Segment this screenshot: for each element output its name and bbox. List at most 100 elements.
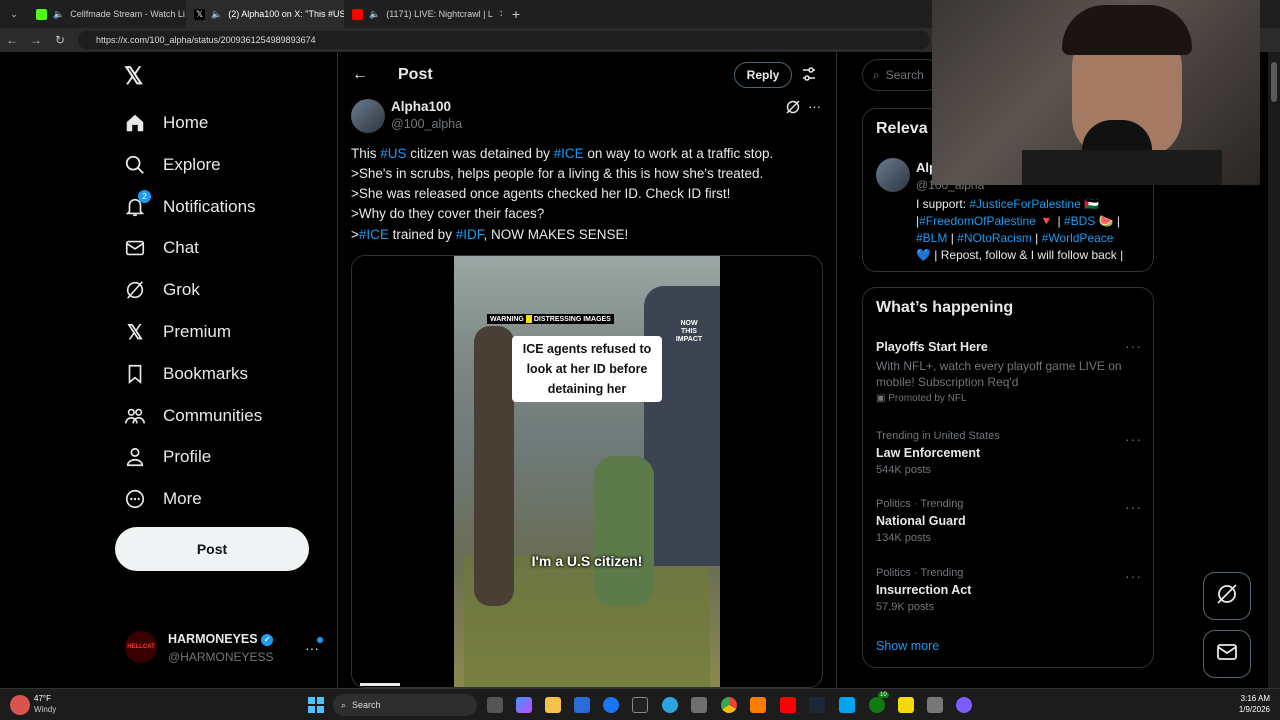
hashtag-link[interactable]: #WorldPeace — [1042, 231, 1114, 245]
youtube-icon[interactable] — [780, 697, 796, 713]
tab-list-button[interactable]: ⌄ — [0, 0, 28, 28]
author-avatar[interactable] — [351, 99, 385, 133]
trend-item[interactable]: Trending in United States Law Enforcemen… — [876, 430, 1000, 476]
video-player[interactable]: WARNING DISTRESSING IMAGES ICE agents ref… — [351, 255, 823, 688]
trend-item[interactable]: Politics · Trending National Guard 134K … — [876, 498, 966, 544]
chrome-icon[interactable] — [721, 697, 737, 713]
promoted-icon: ▣ — [876, 393, 889, 404]
edge-icon[interactable] — [662, 697, 678, 713]
x-logo-icon[interactable]: 𝕏 — [124, 62, 148, 90]
webcam-overlay — [932, 0, 1260, 185]
notification-badge: 2 — [138, 190, 151, 203]
hashtag-link[interactable]: #ICE — [359, 227, 389, 242]
hashtag-link[interactable]: #ICE — [554, 146, 584, 161]
tab-title: (1171) LIVE: Nightcrawl | L — [386, 9, 493, 19]
relevant-user-avatar[interactable] — [876, 158, 910, 192]
post-button[interactable]: Post — [115, 527, 309, 571]
text: citizen was detained by — [406, 146, 554, 161]
back-arrow-icon[interactable]: ← — [352, 66, 368, 84]
text: trained by — [388, 227, 456, 242]
nav-item-profile[interactable]: Profile — [124, 439, 211, 475]
browser-tab-youtube[interactable]: 🔈 (1171) LIVE: Nightcrawl | L ✕ — [344, 0, 502, 28]
new-tab-button[interactable]: + — [502, 0, 530, 28]
more-icon[interactable]: ··· — [1125, 338, 1142, 354]
scrollbar-thumb[interactable] — [1271, 62, 1277, 102]
sticky-notes-icon[interactable] — [898, 697, 914, 713]
facebook-icon[interactable] — [603, 697, 619, 713]
browser-tab-x[interactable]: 𝕏 🔈 (2) Alpha100 on X: "This #US ✕ — [186, 0, 344, 28]
video-progress[interactable] — [360, 683, 400, 686]
file-explorer-icon[interactable] — [545, 697, 561, 713]
calculator-icon[interactable] — [691, 697, 707, 713]
more-icon[interactable]: ··· — [1125, 568, 1142, 584]
amazon-icon[interactable] — [632, 697, 648, 713]
more-icon[interactable]: ··· — [1125, 431, 1142, 447]
trend-item-promoted[interactable]: Playoffs Start Here With NFL+, watch eve… — [876, 340, 1146, 404]
verified-badge-icon: ✓ — [261, 633, 274, 646]
browser-tab-kick[interactable]: 🔈 Cellfmade Stream - Watch Li ✕ — [28, 0, 186, 28]
nav-item-explore[interactable]: Explore — [124, 147, 221, 183]
account-menu-icon[interactable]: ··· — [305, 640, 319, 656]
trend-meta: Trending in United States — [876, 430, 1000, 442]
account-avatar: HELLCAT — [125, 631, 157, 663]
obs-icon[interactable] — [956, 697, 972, 713]
trend-count: 57.9K posts — [876, 601, 935, 613]
show-more-link[interactable]: Show more — [876, 639, 939, 653]
clock-date[interactable]: 1/9/2026 — [1226, 705, 1270, 714]
nav-item-bookmarks[interactable]: Bookmarks — [124, 356, 248, 392]
windows-start-icon[interactable] — [308, 697, 324, 713]
app-icon[interactable] — [839, 697, 855, 713]
settings-icon[interactable] — [927, 697, 943, 713]
taskbar-search[interactable]: ⌕ Search — [333, 694, 477, 716]
steam-icon[interactable] — [809, 697, 825, 713]
hashtag-link[interactable]: #US — [380, 146, 406, 161]
windows-taskbar: 47°F Windy ⌕ Search 10 3:16 AM 1/9/2026 — [0, 688, 1280, 720]
trend-item[interactable]: Politics · Trending Insurrection Act 57.… — [876, 567, 971, 613]
back-arrow-icon[interactable]: ← — [0, 33, 24, 47]
grok-icon[interactable] — [785, 99, 801, 115]
vlc-icon[interactable] — [750, 697, 766, 713]
task-view-icon[interactable] — [487, 697, 503, 713]
author-name[interactable]: Alpha100 — [391, 99, 451, 114]
reload-icon[interactable]: ↻ — [48, 33, 72, 47]
messages-float-button[interactable] — [1203, 630, 1251, 678]
more-icon[interactable]: ··· — [808, 99, 821, 114]
more-icon[interactable]: ··· — [1125, 499, 1142, 515]
nav-label: Bookmarks — [163, 364, 249, 383]
url-field[interactable]: https://x.com/100_alpha/status/200936125… — [78, 31, 930, 49]
weather-icon[interactable] — [10, 695, 30, 715]
tweet-text-line: >She was released once agents checked he… — [351, 186, 731, 201]
nav-item-grok[interactable]: Grok — [124, 272, 200, 308]
hashtag-link[interactable]: #FreedomOfPalestine — [919, 214, 1036, 228]
forward-arrow-icon[interactable]: → — [24, 33, 48, 47]
column-divider — [836, 52, 837, 688]
watermark: NOW THIS IMPACT — [675, 320, 703, 343]
text: > — [351, 227, 359, 242]
hashtag-link[interactable]: #BDS — [1064, 214, 1095, 228]
nav-item-communities[interactable]: Communities — [124, 398, 262, 434]
text: 🍉 | — [1095, 214, 1121, 228]
author-handle[interactable]: @100_alpha — [391, 117, 462, 131]
text: on way to work at a traffic stop. — [583, 146, 774, 161]
copilot-icon[interactable] — [516, 697, 532, 713]
scrollbar-track[interactable] — [1268, 52, 1280, 688]
grok-float-button[interactable] — [1203, 572, 1251, 620]
xbox-icon[interactable]: 10 — [869, 692, 889, 713]
nav-item-more[interactable]: More — [124, 481, 202, 517]
unread-dot — [317, 637, 323, 643]
nav-item-home[interactable]: Home — [124, 105, 208, 141]
hashtag-link[interactable]: #JusticeForPalestine — [969, 197, 1080, 211]
warning-bar — [525, 315, 532, 323]
hashtag-link[interactable]: #NOtoRacism — [957, 231, 1032, 245]
store-icon[interactable] — [574, 697, 590, 713]
nav-item-chat[interactable]: Chat — [124, 230, 199, 266]
nav-item-premium[interactable]: 𝕏 Premium — [124, 314, 231, 350]
search-box[interactable]: ⌕ Search — [862, 59, 942, 91]
clock-time[interactable]: 3:16 AM — [1226, 694, 1270, 703]
hashtag-link[interactable]: #BLM — [916, 231, 947, 245]
x-icon: 𝕏 — [126, 321, 144, 344]
hashtag-link[interactable]: #IDF — [456, 227, 484, 242]
reply-button[interactable]: Reply — [734, 62, 792, 88]
sliders-icon[interactable] — [801, 66, 817, 82]
nav-item-notifications[interactable]: 2 Notifications — [124, 189, 256, 225]
